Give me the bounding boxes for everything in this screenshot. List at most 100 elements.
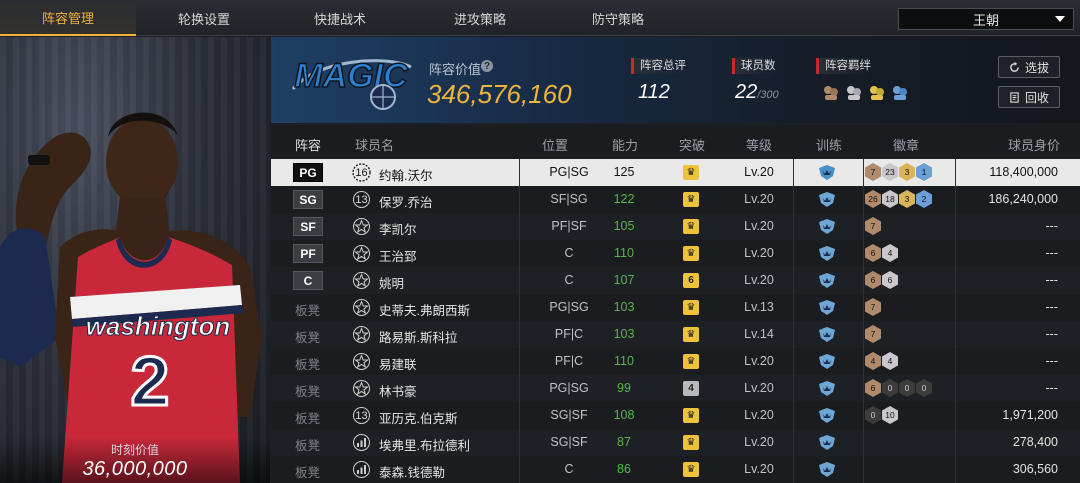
training-shield-icon[interactable] [817,434,837,451]
lineup-slot-badge: SF [293,217,323,236]
combo-blue-icon[interactable] [891,84,909,102]
training-shield-icon[interactable] [817,191,837,208]
training-shield-icon[interactable] [817,461,837,478]
table-row[interactable]: 板凳 林书豪 PG|SG 99 4 Lv.20 6 0 0 0 --- [271,375,1080,402]
training-shield-icon[interactable] [817,326,837,343]
table-row[interactable]: 板凳 史蒂夫.弗朗西斯 PG|SG 103 ♛ Lv.13 7 --- [271,294,1080,321]
badge-hex[interactable]: 4 [865,352,881,370]
col-badges[interactable]: 徽章 [893,135,919,154]
badge-hex[interactable]: 18 [882,190,898,208]
breakthrough-crown-icon[interactable]: ♛ [683,192,699,207]
col-training[interactable]: 训练 [816,135,842,154]
table-row[interactable]: C 姚明 C 107 6 Lv.20 6 6 --- [271,267,1080,294]
badge-hex[interactable]: 10 [882,406,898,424]
breakthrough-crown-icon[interactable]: ♛ [683,354,699,369]
player-level: Lv.20 [744,246,774,260]
badge-hex[interactable]: 1 [916,163,932,181]
badge-hex[interactable]: 6 [882,271,898,289]
col-lineup[interactable]: 阵容 [295,135,321,154]
col-player[interactable]: 球员名 [355,135,394,154]
table-row[interactable]: SF 李凯尔 PF|SF 105 ♛ Lv.20 7 --- [271,213,1080,240]
table-row[interactable]: 板凳 13 亚历克.伯克斯 SG|SF 108 ♛ Lv.20 0 10 1,971,200 [271,402,1080,429]
player-name[interactable]: 史蒂夫.弗朗西斯 [379,300,470,319]
badge-hex[interactable]: 7 [865,298,881,316]
training-shield-icon[interactable] [817,245,837,262]
training-shield-icon[interactable] [817,380,837,397]
table-row[interactable]: PF 王治郅 C 110 ♛ Lv.20 6 4 --- [271,240,1080,267]
pick-button[interactable]: 选拔 [998,56,1060,78]
training-shield-icon[interactable] [817,164,837,181]
badge-hex[interactable]: 0 [865,406,881,424]
breakthrough-crown-icon[interactable]: ♛ [683,327,699,342]
training-shield-icon[interactable] [817,218,837,235]
player-name[interactable]: 林书豪 [379,381,417,400]
breakthrough-crown-icon[interactable]: ♛ [683,462,699,477]
badge-hex[interactable]: 7 [865,217,881,235]
badge-hex[interactable]: 3 [899,163,915,181]
player-portrait-panel[interactable]: washington 2 时刻价值 36,000,000 [0,37,270,483]
player-name[interactable]: 李凯尔 [379,219,417,238]
roster-table: 阵容 球员名 位置 能力 突破 等级 训练 徽章 球员身价 PG 16 约翰.沃尔 P… [271,125,1080,483]
badge-hex[interactable]: 26 [865,190,881,208]
combo-silver-icon[interactable] [845,84,863,102]
player-name[interactable]: 约翰.沃尔 [379,165,432,184]
training-shield-icon[interactable] [817,353,837,370]
tab-offense-strategy[interactable]: 进攻策略 [412,0,548,36]
breakthrough-crown-icon[interactable]: 4 [683,381,699,396]
player-name[interactable]: 姚明 [379,273,404,292]
tab-rotation-settings[interactable]: 轮换设置 [136,0,272,36]
breakthrough-crown-icon[interactable]: ♛ [683,219,699,234]
col-level[interactable]: 等级 [746,135,772,154]
badge-hex[interactable]: 4 [882,244,898,262]
badge-hex[interactable]: 6 [865,379,881,397]
breakthrough-crown-icon[interactable]: 6 [683,273,699,288]
table-row[interactable]: SG 13 保罗.乔治 SF|SG 122 ♛ Lv.20 26 18 3 2 186,240,000 [271,186,1080,213]
table-row[interactable]: 板凳 埃弗里.布拉德利 SG|SF 87 ♛ Lv.20 278,400 [271,429,1080,456]
badge-hex[interactable]: 7 [865,163,881,181]
training-shield-icon[interactable] [817,299,837,316]
breakthrough-crown-icon[interactable]: ♛ [683,408,699,423]
tab-quick-tactics[interactable]: 快捷战术 [272,0,408,36]
col-position[interactable]: 位置 [542,135,568,154]
table-row[interactable]: 板凳 泰森.钱德勒 C 86 ♛ Lv.20 306,560 [271,456,1080,483]
badge-hex[interactable]: 6 [865,271,881,289]
recycle-button[interactable]: 回收 [998,86,1060,108]
combo-bronze-icon[interactable] [822,84,840,102]
badge-hex[interactable]: 3 [899,190,915,208]
player-name[interactable]: 埃弗里.布拉德利 [379,435,470,454]
badge-hex[interactable]: 4 [882,352,898,370]
table-row[interactable]: 板凳 路易斯.斯科拉 PF|C 103 ♛ Lv.14 7 --- [271,321,1080,348]
badge-hex[interactable]: 6 [865,244,881,262]
breakthrough-crown-icon[interactable]: ♛ [683,165,699,180]
badge-hex[interactable]: 7 [865,325,881,343]
col-salary[interactable]: 球员身价 [1008,135,1060,154]
col-breakthrough[interactable]: 突破 [679,135,705,154]
breakthrough-crown-icon[interactable]: ♛ [683,300,699,315]
breakthrough-crown-icon[interactable]: ♛ [683,246,699,261]
training-shield-icon[interactable] [817,407,837,424]
table-row[interactable]: 板凳 易建联 PF|C 110 ♛ Lv.20 4 4 --- [271,348,1080,375]
help-icon[interactable]: ? [481,60,493,72]
badge-hex[interactable]: 0 [899,379,915,397]
badge-hex[interactable]: 2 [916,190,932,208]
tab-lineup-management[interactable]: 阵容管理 [0,0,136,36]
badge-hex[interactable]: 23 [882,163,898,181]
table-row[interactable]: PG 16 约翰.沃尔 PG|SG 125 ♛ Lv.20 7 23 3 1 118,400,000 [271,159,1080,186]
training-shield-icon[interactable] [817,272,837,289]
combo-gold-icon[interactable] [868,84,886,102]
player-name[interactable]: 王治郅 [379,246,417,265]
breakthrough-crown-icon[interactable]: ♛ [683,435,699,450]
jersey-number-text: 16 [355,166,368,179]
tab-defense-strategy[interactable]: 防守策略 [550,0,686,36]
player-name[interactable]: 保罗.乔治 [379,192,432,211]
col-ability[interactable]: 能力 [612,135,638,154]
player-ability: 107 [613,273,635,287]
badge-hex[interactable]: 0 [916,379,932,397]
team-select-dropdown[interactable]: 王朝 [898,8,1074,30]
badge-hex[interactable]: 0 [882,379,898,397]
player-name[interactable]: 易建联 [379,354,417,373]
player-name[interactable]: 泰森.钱德勒 [379,462,445,481]
player-name[interactable]: 路易斯.斯科拉 [379,327,457,346]
table-body: PG 16 约翰.沃尔 PG|SG 125 ♛ Lv.20 7 23 3 1 118,400,000 S… [271,159,1080,483]
player-name[interactable]: 亚历克.伯克斯 [379,408,457,427]
